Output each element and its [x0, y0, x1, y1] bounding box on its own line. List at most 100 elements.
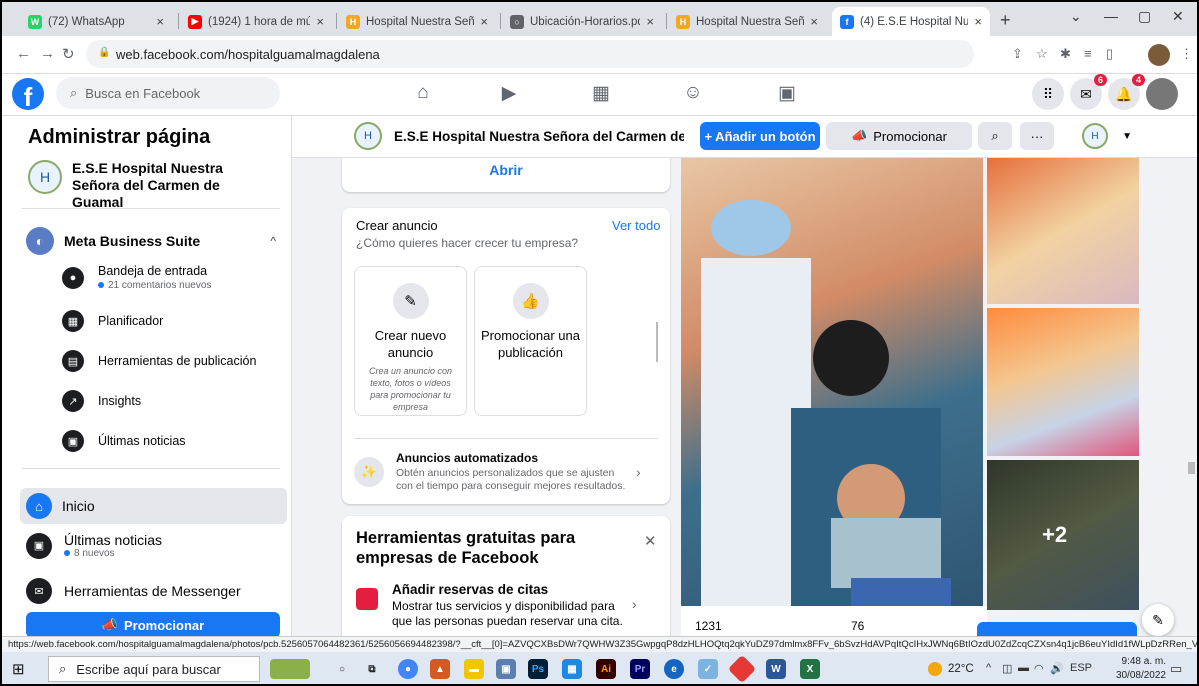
automated-ads-row[interactable]: ✨ Anuncios automatizados Obtén anuncios …: [354, 450, 654, 494]
browser-tab[interactable]: H Hospital Nuestra Señora de ×: [338, 7, 496, 36]
message-button[interactable]: [977, 622, 1137, 636]
tab-close-icon[interactable]: ×: [316, 14, 324, 29]
bookmark-star-icon[interactable]: ☆: [1036, 46, 1048, 62]
new-tab-button[interactable]: +: [1000, 10, 1011, 31]
minimize-icon[interactable]: —: [1104, 8, 1118, 24]
page-header-name[interactable]: E.S.E Hospital Nuestra Señora del Carmen…: [394, 129, 684, 144]
reading-list-icon[interactable]: ≡: [1084, 46, 1092, 61]
facebook-search-input[interactable]: ⌕ Busca en Facebook: [56, 77, 280, 109]
illustrator-icon[interactable]: Ai: [596, 659, 616, 679]
close-icon[interactable]: ✕: [644, 532, 657, 550]
file-explorer-icon[interactable]: ▬: [464, 659, 484, 679]
sidebar-subitem[interactable]: ▦ Planificador: [62, 310, 282, 332]
page-logo[interactable]: H: [354, 122, 382, 150]
sidebar-item-ultimas-noticias[interactable]: ▣ Últimas noticias 8 nuevos: [26, 532, 162, 559]
sidebar-item-inicio[interactable]: ⌂ Inicio: [20, 488, 287, 524]
battery-icon[interactable]: ▬: [1018, 662, 1029, 674]
menu-grid-button[interactable]: ⠿: [1032, 78, 1064, 110]
see-all-link[interactable]: Ver todo: [612, 218, 660, 233]
task-view-icon[interactable]: ⧉: [362, 659, 382, 679]
tab-close-icon[interactable]: ×: [974, 14, 982, 29]
edge-icon[interactable]: e: [664, 659, 684, 679]
store-icon[interactable]: ▦: [562, 659, 582, 679]
sidebar-subitem[interactable]: ▣ Últimas noticias: [62, 430, 282, 452]
network-icon[interactable]: ◫: [1002, 662, 1012, 675]
chrome-icon[interactable]: ●: [398, 659, 418, 679]
windows-start-icon[interactable]: ⊞: [12, 660, 25, 678]
sidebar-subitem[interactable]: ▤ Herramientas de publicación: [62, 350, 282, 372]
wifi-icon[interactable]: ◠: [1034, 662, 1044, 675]
clock[interactable]: 9:48 a. m. 30/08/2022: [1106, 655, 1166, 683]
premiere-icon[interactable]: Pr: [630, 659, 650, 679]
main-photo[interactable]: [681, 158, 983, 610]
sidebar-item-messenger-tools[interactable]: ✉ Herramientas de Messenger: [26, 578, 241, 604]
weather-widget[interactable]: 22°C: [928, 662, 974, 676]
account-avatar[interactable]: [1146, 78, 1178, 110]
tab-close-icon[interactable]: ×: [646, 14, 654, 29]
chevron-down-icon[interactable]: ⌄: [1070, 8, 1082, 25]
close-window-icon[interactable]: ✕: [1172, 8, 1184, 25]
page-search-button[interactable]: ⌕: [978, 122, 1012, 150]
create-new-ad-option[interactable]: ✎ Crear nuevo anuncio Crea un anuncio co…: [354, 266, 467, 416]
switch-profile-button[interactable]: H ▼: [1082, 122, 1132, 150]
reaction-count[interactable]: 1231: [695, 619, 722, 633]
more-photos-count[interactable]: +2: [1042, 522, 1067, 548]
watch-icon[interactable]: ▶: [494, 82, 524, 108]
comment-count[interactable]: 76: [851, 619, 864, 633]
extension-icon[interactable]: ✱: [1060, 46, 1071, 62]
page-identity[interactable]: H E.S.E Hospital Nuestra Señora del Carm…: [28, 160, 272, 211]
app-icon[interactable]: ✓: [698, 659, 718, 679]
sidebar-subitem[interactable]: ● Bandeja de entrada 21 comentarios nuevos: [62, 264, 282, 291]
thumbnail-photo[interactable]: [987, 158, 1139, 304]
taskbar-search-input[interactable]: ⌕ Escribe aquí para buscar: [48, 656, 260, 682]
header-promote-button[interactable]: 📣 Promocionar: [826, 122, 972, 150]
new-message-button[interactable]: ✎: [1142, 604, 1174, 636]
sidebar-subitem[interactable]: ↗ Insights: [62, 390, 282, 412]
more-options-button[interactable]: ···: [1020, 122, 1054, 150]
language-indicator[interactable]: ESP: [1070, 662, 1092, 674]
chrome-menu-icon[interactable]: ⋮: [1180, 46, 1193, 62]
home-icon[interactable]: ⌂: [408, 82, 438, 108]
address-bar[interactable]: 🔒 web.facebook.com/hospitalguamalmagdale…: [86, 40, 974, 68]
groups-icon[interactable]: ☺: [678, 82, 708, 108]
chevron-up-icon[interactable]: ^: [986, 662, 991, 674]
app-icon[interactable]: ▲: [430, 659, 450, 679]
excel-icon[interactable]: X: [800, 659, 820, 679]
app-icon[interactable]: [727, 654, 757, 684]
tab-close-icon[interactable]: ×: [480, 14, 488, 29]
browser-tab[interactable]: ▶ (1924) 1 hora de música ×: [180, 7, 332, 36]
promote-post-option[interactable]: 👍 Promocionar una publicación: [474, 266, 587, 416]
forward-icon[interactable]: →: [40, 45, 55, 62]
cortana-icon[interactable]: ○: [332, 659, 352, 679]
notification-center-icon[interactable]: ▭: [1170, 661, 1182, 677]
word-icon[interactable]: W: [766, 659, 786, 679]
browser-tab[interactable]: f (4) E.S.E Hospital Nuestra S ×: [832, 7, 990, 36]
add-button-button[interactable]: + Añadir un botón: [700, 122, 820, 150]
browser-tab[interactable]: H Hospital Nuestra Señora de ×: [668, 7, 826, 36]
browser-tab[interactable]: ○ Ubicación-Horarios.pdf ×: [502, 7, 662, 36]
thumbnail-photo[interactable]: [987, 308, 1139, 456]
appointment-bookings-row[interactable]: Añadir reservas de citas Mostrar tus ser…: [356, 582, 656, 629]
facebook-logo[interactable]: f: [12, 78, 44, 110]
profile-avatar[interactable]: [1148, 44, 1170, 66]
carousel-scrollbar[interactable]: [656, 322, 658, 362]
photoshop-icon[interactable]: Ps: [528, 659, 548, 679]
open-button[interactable]: Abrir: [352, 162, 660, 178]
meta-business-suite-section[interactable]: ◐ Meta Business Suite ^: [26, 227, 276, 255]
tab-close-icon[interactable]: ×: [810, 14, 818, 29]
share-icon[interactable]: ⇪: [1012, 46, 1023, 62]
messenger-button[interactable]: ✉ 6: [1070, 74, 1107, 110]
side-panel-icon[interactable]: ▯: [1106, 46, 1113, 62]
chevron-up-icon[interactable]: ^: [270, 234, 276, 248]
browser-tab[interactable]: W (72) WhatsApp ×: [20, 7, 172, 36]
promote-button[interactable]: 📣 Promocionar: [26, 612, 280, 636]
restore-icon[interactable]: ▢: [1138, 8, 1151, 25]
pages-icon[interactable]: ▣: [772, 82, 802, 108]
app-icon[interactable]: ▣: [496, 659, 516, 679]
page-scrollbar[interactable]: [1188, 462, 1195, 474]
reload-icon[interactable]: ↻: [62, 45, 75, 63]
notifications-button[interactable]: 🔔 4: [1108, 74, 1145, 110]
tab-close-icon[interactable]: ×: [156, 14, 164, 29]
volume-icon[interactable]: 🔊: [1050, 662, 1064, 675]
marketplace-icon[interactable]: ▦: [586, 82, 616, 108]
